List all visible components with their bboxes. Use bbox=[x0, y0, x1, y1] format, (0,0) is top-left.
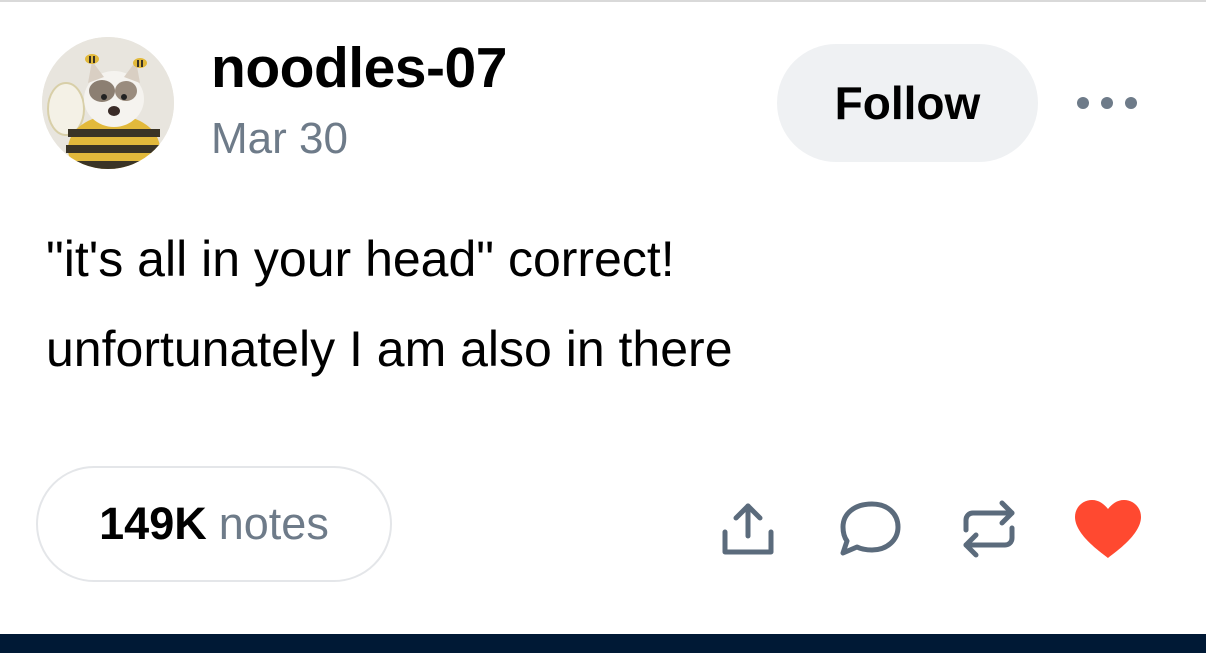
reply-icon bbox=[840, 501, 901, 556]
share-icon bbox=[722, 503, 774, 555]
follow-button[interactable]: Follow bbox=[777, 44, 1038, 162]
like-button[interactable] bbox=[1073, 494, 1143, 564]
username[interactable]: noodles-07 bbox=[211, 40, 507, 97]
share-button[interactable] bbox=[713, 494, 783, 564]
post-text-line: unfortunately I am also in there bbox=[46, 321, 733, 377]
more-options-button[interactable] bbox=[1074, 88, 1140, 118]
bottom-bar bbox=[0, 634, 1206, 653]
notes-label: notes bbox=[218, 498, 329, 549]
reblog-icon bbox=[963, 500, 1015, 558]
cat-bee-avatar-image bbox=[42, 37, 174, 169]
post-text-line: "it's all in your head" correct! bbox=[46, 231, 675, 287]
avatar[interactable] bbox=[42, 37, 174, 169]
post-card: noodles-07 Mar 30 Follow "it's all in yo… bbox=[0, 0, 1206, 634]
reply-button[interactable] bbox=[834, 494, 904, 564]
notes-count: 149K bbox=[99, 498, 207, 549]
reblog-button[interactable] bbox=[954, 494, 1024, 564]
post-date[interactable]: Mar 30 bbox=[211, 117, 348, 161]
ellipsis-icon bbox=[1077, 97, 1137, 109]
notes-button[interactable]: 149K notes bbox=[36, 466, 392, 582]
heart-icon bbox=[1075, 500, 1141, 558]
post-body: "it's all in your head" correct! unfortu… bbox=[46, 214, 1166, 394]
